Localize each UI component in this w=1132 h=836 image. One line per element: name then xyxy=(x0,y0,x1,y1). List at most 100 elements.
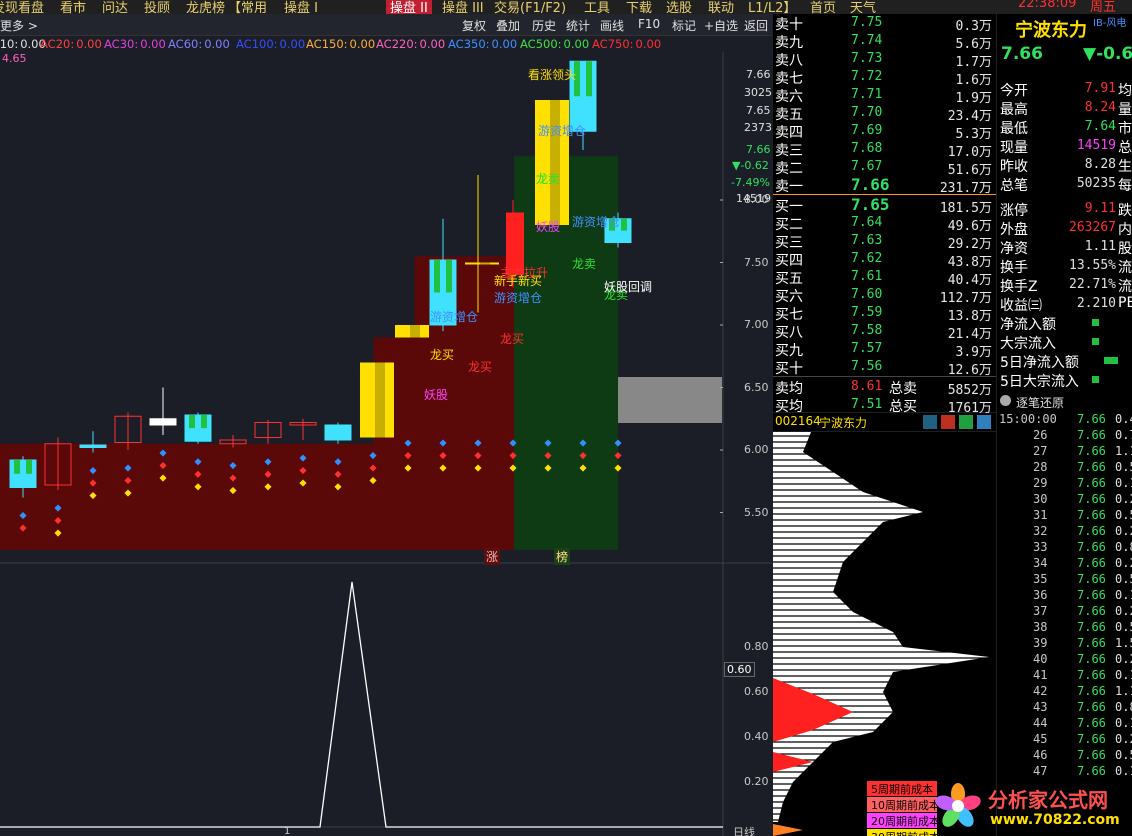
flow-bar-3 xyxy=(1092,376,1099,383)
tick-volume: 0.5 xyxy=(1115,508,1132,522)
tick-time: 37 xyxy=(1033,604,1048,618)
indicator-icon-3[interactable] xyxy=(959,415,973,429)
ma-legend-label-9: AC750: xyxy=(592,37,634,51)
bid-row-3[interactable]: 买三 7.63 29.2万 xyxy=(773,232,996,252)
collapse-icon[interactable] xyxy=(1000,395,1011,406)
indicator-icon-4[interactable] xyxy=(977,415,991,429)
quote-extra-9: 流 xyxy=(1118,260,1132,276)
menu-item-4[interactable]: 投顾 xyxy=(144,0,170,14)
signal-label-4: 龙买 xyxy=(500,332,525,346)
weekday: 周五 xyxy=(1090,0,1117,15)
bid-row-6[interactable]: 买六 7.60 112.7万 xyxy=(773,286,996,306)
tick-time: 15:00:00 xyxy=(999,412,1057,426)
quote-extra-8: 股 xyxy=(1118,241,1132,257)
stock-name: 宁波东力 xyxy=(1015,20,1087,41)
menu-item-7[interactable]: 操盘 I xyxy=(284,0,318,14)
main-chart-area[interactable] xyxy=(0,52,772,836)
toolbar-button-5[interactable]: F10 xyxy=(638,17,660,31)
toolbar-button-2[interactable]: 历史 xyxy=(532,17,556,34)
tick-time: 36 xyxy=(1033,588,1048,602)
ma-legend-item-2: AC30: 0.00 xyxy=(104,37,166,51)
more-button[interactable]: 更多 > xyxy=(0,17,38,34)
menu-item-0[interactable]: 发现 xyxy=(0,0,18,14)
toolbar-button-4[interactable]: 画线 xyxy=(600,17,624,34)
ask-row-10-label: 卖十 xyxy=(775,17,803,33)
toolbar-button-6[interactable]: 标记 xyxy=(672,17,696,34)
signal-label-1: 游资增仓 xyxy=(430,310,479,324)
ask-row-6[interactable]: 卖六 7.71 1.9万 xyxy=(773,86,996,106)
tick-price: 7.66 xyxy=(1077,476,1106,490)
bid-row-1[interactable]: 买一 7.65 181.5万 xyxy=(773,195,996,216)
bid-row-2[interactable]: 买二 7.64 49.6万 xyxy=(773,214,996,234)
ask-row-1[interactable]: 卖一 7.66 231.7万 xyxy=(773,175,996,196)
bid-row-10[interactable]: 买十 7.56 12.6万 xyxy=(773,358,996,378)
bid-row-3-label: 买三 xyxy=(775,235,803,251)
ask-row-8[interactable]: 卖八 7.73 1.7万 xyxy=(773,50,996,70)
ask-row-4[interactable]: 卖四 7.69 5.3万 xyxy=(773,122,996,142)
menu-item-6[interactable]: 【常用 xyxy=(228,0,267,14)
tick-time: 34 xyxy=(1033,556,1048,570)
ask-row-5[interactable]: 卖五 7.70 23.4万 xyxy=(773,104,996,124)
limit-up-tag: 涨 xyxy=(484,548,501,565)
bid-row-9[interactable]: 买九 7.57 3.9万 xyxy=(773,340,996,360)
toolbar-button-8[interactable]: 返回 xyxy=(744,17,768,34)
menu-item-14[interactable]: 联动 xyxy=(708,0,734,14)
menu-item-5[interactable]: 龙虎榜 xyxy=(186,0,225,14)
signal-label-16: 看涨领头 xyxy=(528,68,577,82)
ask-row-7[interactable]: 卖七 7.72 1.6万 xyxy=(773,68,996,88)
ma-legend-value-1: 0.00 xyxy=(76,37,102,51)
bid-row-7[interactable]: 买七 7.59 13.8万 xyxy=(773,304,996,324)
quote-change: ▼-0.6 xyxy=(1083,44,1132,64)
ma-legend-value-7: 0.00 xyxy=(491,37,518,51)
quote-row-5: 总笔 50235 每 xyxy=(1000,175,1132,194)
toolbar-button-7[interactable]: +自选 xyxy=(704,17,738,34)
toolbar-button-1[interactable]: 叠加 xyxy=(496,17,520,34)
stock-header-bar: 002164 宁波东力 xyxy=(773,413,996,431)
tick-time: 40 xyxy=(1033,652,1048,666)
change-label: ▼-0.62 xyxy=(732,159,769,172)
quote-label-5: 总笔 xyxy=(1000,178,1028,194)
tick-row: 42 7.66 1.1 xyxy=(997,684,1132,700)
tick-price: 7.66 xyxy=(1077,636,1106,650)
menu-item-8[interactable]: 操盘 II xyxy=(386,0,432,14)
tick-volume: 0.7 xyxy=(1115,428,1132,442)
menu-item-12[interactable]: 下载 xyxy=(626,0,652,14)
period-label[interactable]: 日线 xyxy=(733,824,755,836)
tick-price: 7.66 xyxy=(1077,492,1106,506)
tick-price: 7.66 xyxy=(1077,620,1106,634)
toolbar-button-0[interactable]: 复权 xyxy=(462,17,486,34)
indicator-icon-1[interactable] xyxy=(923,415,937,429)
ask-row-2[interactable]: 卖二 7.67 51.6万 xyxy=(773,158,996,178)
bid-row-4[interactable]: 买四 7.62 43.8万 xyxy=(773,250,996,270)
toolbar-button-3[interactable]: 统计 xyxy=(566,17,590,34)
ask-row-5-label: 卖五 xyxy=(775,107,803,123)
indicator-icon-2[interactable] xyxy=(941,415,955,429)
menu-item-17[interactable]: 天气 xyxy=(850,0,876,14)
quote-header: 宁波东力 IB-风电 xyxy=(997,14,1132,42)
menu-item-9[interactable]: 操盘 III xyxy=(442,0,484,14)
bid-row-5[interactable]: 买五 7.61 40.4万 xyxy=(773,268,996,288)
ma-legend-item-9: AC750: 0.00 xyxy=(592,37,661,51)
menu-item-3[interactable]: 问达 xyxy=(102,0,128,14)
tick-volume: 0.2 xyxy=(1115,556,1132,570)
tick-volume: 0.1 xyxy=(1115,716,1132,730)
ma-legend-label-3: AC60: xyxy=(168,37,203,51)
menu-item-15[interactable]: L1/L2】 xyxy=(748,0,796,14)
menu-item-11[interactable]: 工具 xyxy=(584,0,610,14)
price-tick-3: 6.50 xyxy=(744,380,769,394)
tick-row: 40 7.66 0.2 xyxy=(997,652,1132,668)
indicator-tick-3: 0.20 xyxy=(744,774,769,788)
quote-value-9: 13.55% xyxy=(1069,258,1116,273)
menu-item-10[interactable]: 交易(F1/F2) xyxy=(494,0,566,14)
tick-row: 46 7.66 0.5 xyxy=(997,748,1132,764)
ask-row-6-price: 7.71 xyxy=(851,87,883,102)
ask-row-9[interactable]: 卖九 7.74 5.6万 xyxy=(773,32,996,52)
menu-item-16[interactable]: 首页 xyxy=(810,0,836,14)
candle-inner-b-0 xyxy=(26,460,32,474)
menu-item-1[interactable]: 看盘 xyxy=(18,0,44,14)
bid-row-8[interactable]: 买八 7.58 21.4万 xyxy=(773,322,996,342)
ask-row-3[interactable]: 卖三 7.68 17.0万 xyxy=(773,140,996,160)
ask-row-10[interactable]: 卖十 7.75 0.3万 xyxy=(773,14,996,34)
menu-item-13[interactable]: 选股 xyxy=(666,0,692,14)
menu-item-2[interactable]: 看市 xyxy=(60,0,86,14)
